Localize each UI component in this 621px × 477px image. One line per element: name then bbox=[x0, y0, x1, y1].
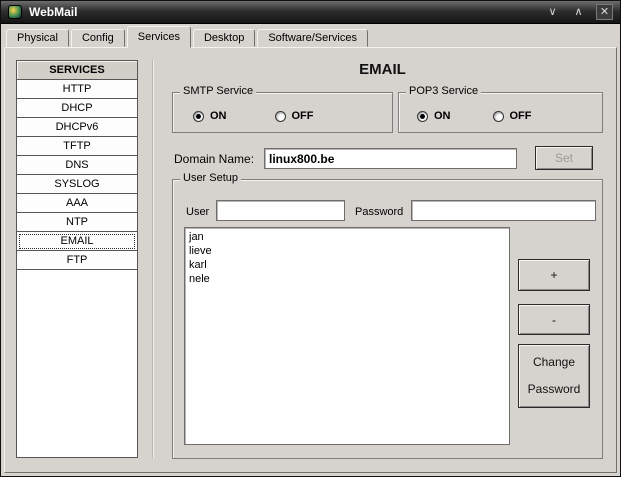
user-input[interactable] bbox=[216, 200, 345, 221]
domain-name-label: Domain Name: bbox=[174, 152, 255, 166]
domain-name-input[interactable] bbox=[264, 148, 517, 169]
user-list-item[interactable]: karl bbox=[189, 258, 505, 272]
radio-off-icon bbox=[492, 110, 504, 122]
sidebar-item-dns[interactable]: DNS bbox=[17, 156, 137, 175]
close-icon[interactable]: ✕ bbox=[596, 4, 613, 20]
tab-services[interactable]: Services bbox=[126, 26, 191, 48]
shade-icon[interactable]: ∨ bbox=[544, 4, 561, 20]
sidebar-item-dhcpv6[interactable]: DHCPv6 bbox=[17, 118, 137, 137]
window-title: WebMail bbox=[29, 5, 78, 19]
remove-user-button[interactable]: - bbox=[518, 304, 590, 335]
services-sidebar: SERVICES HTTP DHCP DHCPv6 TFTP DNS SYSLO… bbox=[16, 60, 138, 458]
smtp-on-label: ON bbox=[210, 110, 227, 122]
pop3-on-label: ON bbox=[434, 110, 451, 122]
window-controls: ∨ ∧ ✕ bbox=[544, 4, 613, 20]
user-list-item[interactable]: nele bbox=[189, 272, 505, 286]
tab-software-services[interactable]: Software/Services bbox=[257, 29, 368, 47]
sidebar-item-http[interactable]: HTTP bbox=[17, 80, 137, 99]
sidebar-item-aaa[interactable]: AAA bbox=[17, 194, 137, 213]
radio-on-icon bbox=[417, 110, 428, 122]
password-input[interactable] bbox=[411, 200, 596, 221]
user-list[interactable]: jan lieve karl nele bbox=[184, 227, 510, 445]
radio-off-icon bbox=[274, 110, 286, 122]
maximize-icon[interactable]: ∧ bbox=[570, 4, 587, 20]
user-list-item[interactable]: lieve bbox=[189, 244, 505, 258]
pop3-service-legend: POP3 Service bbox=[406, 85, 482, 97]
smtp-service-legend: SMTP Service bbox=[180, 85, 257, 97]
user-setup-group: User Setup User Password jan lieve karl … bbox=[172, 172, 603, 459]
services-header: SERVICES bbox=[17, 61, 137, 80]
user-list-item[interactable]: jan bbox=[189, 230, 505, 244]
tab-bar: Physical Config Services Desktop Softwar… bbox=[4, 25, 617, 48]
tab-physical[interactable]: Physical bbox=[6, 29, 69, 47]
title-bar: WebMail ∨ ∧ ✕ bbox=[1, 1, 620, 24]
radio-on-icon bbox=[193, 110, 204, 122]
services-panel: SERVICES HTTP DHCP DHCPv6 TFTP DNS SYSLO… bbox=[4, 47, 617, 473]
smtp-radio-group: ON OFF bbox=[173, 93, 392, 132]
password-label: Password bbox=[355, 206, 404, 218]
sidebar-item-email[interactable]: EMAIL bbox=[17, 232, 137, 251]
sidebar-item-dhcp[interactable]: DHCP bbox=[17, 99, 137, 118]
sidebar-item-ntp[interactable]: NTP bbox=[17, 213, 137, 232]
set-button[interactable]: Set bbox=[535, 146, 593, 170]
change-password-button[interactable]: Change Password bbox=[518, 344, 590, 408]
user-label: User bbox=[186, 206, 210, 218]
sidebar-item-ftp[interactable]: FTP bbox=[17, 251, 137, 270]
add-user-button[interactable]: + bbox=[518, 259, 590, 291]
smtp-off-radio[interactable]: OFF bbox=[274, 110, 314, 122]
pop3-off-radio[interactable]: OFF bbox=[492, 110, 532, 122]
smtp-on-radio[interactable]: ON bbox=[193, 110, 227, 122]
user-setup-legend: User Setup bbox=[180, 172, 242, 184]
tab-desktop[interactable]: Desktop bbox=[192, 29, 256, 47]
window-icon bbox=[8, 5, 22, 19]
tab-config[interactable]: Config bbox=[70, 29, 125, 47]
sidebar-item-syslog[interactable]: SYSLOG bbox=[17, 175, 137, 194]
pop3-off-label: OFF bbox=[509, 110, 532, 122]
smtp-service-group: SMTP Service ON OFF bbox=[172, 85, 393, 133]
sidebar-item-tftp[interactable]: TFTP bbox=[17, 137, 137, 156]
pop3-radio-group: ON OFF bbox=[399, 93, 602, 132]
webmail-window: WebMail ∨ ∧ ✕ Physical Config Services D… bbox=[0, 0, 621, 477]
pop3-on-radio[interactable]: ON bbox=[417, 110, 451, 122]
pop3-service-group: POP3 Service ON OFF bbox=[398, 85, 603, 133]
smtp-off-label: OFF bbox=[291, 110, 314, 122]
panel-splitter[interactable] bbox=[152, 60, 154, 458]
page-title: EMAIL bbox=[359, 61, 406, 78]
